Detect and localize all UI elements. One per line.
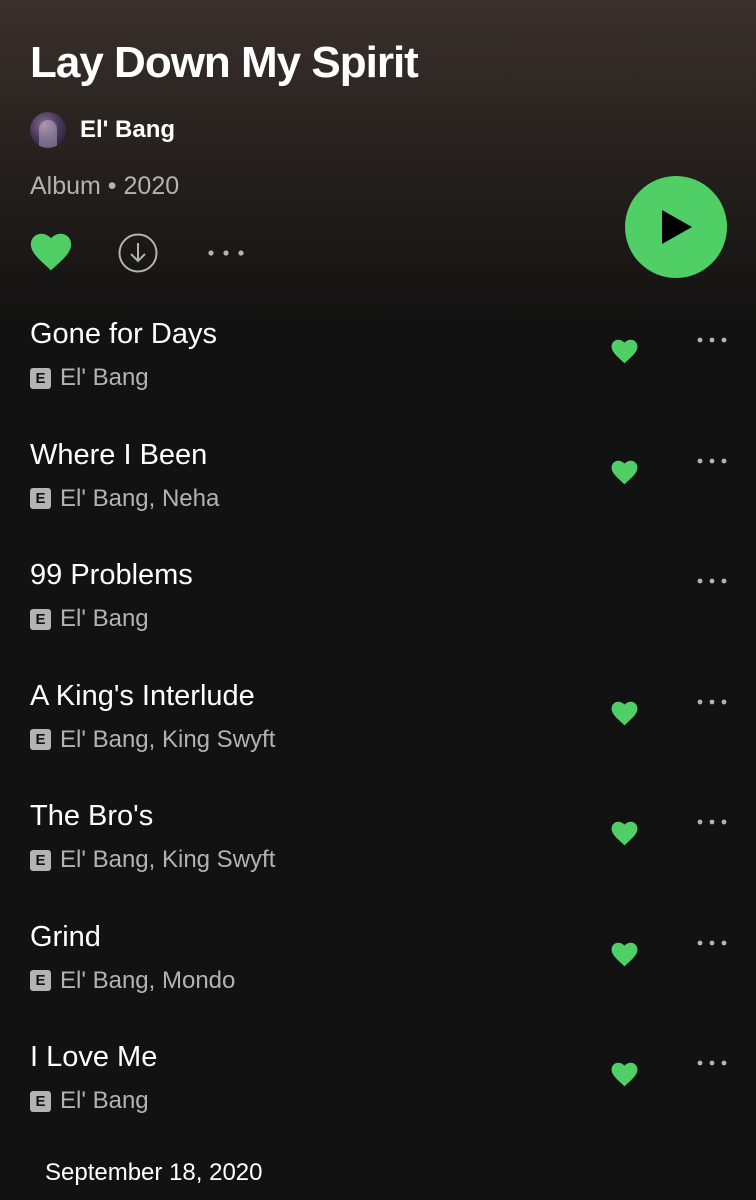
more-icon[interactable]	[697, 1060, 727, 1066]
heart-icon[interactable]	[30, 232, 72, 272]
track-artists: El' Bang	[60, 364, 149, 391]
track-subtitle: E El' Bang, Mondo	[30, 967, 235, 995]
explicit-icon: E	[30, 970, 51, 991]
track-subtitle: E El' Bang	[30, 1087, 149, 1115]
track-artists: El' Bang, Neha	[60, 484, 220, 512]
track-row[interactable]: 99 Problems E El' Bang	[0, 559, 756, 669]
track-artists: El' Bang, King Swyft	[60, 725, 276, 753]
album-meta: Album • 2020	[30, 172, 180, 200]
track-row[interactable]: I Love Me E El' Bang	[0, 1041, 756, 1151]
heart-icon[interactable]	[611, 339, 638, 364]
play-icon	[662, 210, 692, 244]
track-row[interactable]: Where I Been E El' Bang, Neha	[0, 439, 756, 549]
more-icon[interactable]	[697, 337, 727, 343]
track-subtitle: E El' Bang	[30, 605, 149, 633]
play-button[interactable]	[625, 176, 727, 278]
track-title: Where I Been	[30, 438, 208, 471]
track-row[interactable]: A King's Interlude E El' Bang, King Swyft	[0, 680, 756, 790]
more-icon[interactable]	[697, 940, 727, 946]
track-title: The Bro's	[30, 800, 154, 832]
explicit-icon: E	[30, 849, 51, 871]
track-artists: El' Bang, Mondo	[60, 966, 236, 994]
track-artists: El' Bang, King Swyft	[60, 846, 276, 873]
album-actions	[30, 230, 260, 276]
track-subtitle: E El' Bang, Neha	[30, 485, 219, 513]
download-icon[interactable]	[118, 233, 158, 273]
more-icon[interactable]	[697, 819, 727, 825]
album-page: Lay Down My Spirit El' Bang Album • 2020…	[0, 0, 756, 1200]
track-row[interactable]: Gone for Days E El' Bang	[0, 318, 756, 428]
heart-icon[interactable]	[611, 821, 638, 846]
heart-icon[interactable]	[611, 460, 638, 485]
track-row[interactable]: Grind E El' Bang, Mondo	[0, 921, 756, 1031]
artist-link[interactable]: El' Bang	[30, 111, 175, 149]
track-row[interactable]: The Bro's E El' Bang, King Swyft	[0, 800, 756, 910]
explicit-icon: E	[30, 367, 51, 389]
track-subtitle: E El' Bang, King Swyft	[30, 726, 275, 754]
track-title: A King's Interlude	[30, 679, 255, 712]
track-title: I Love Me	[30, 1041, 158, 1073]
artist-avatar	[30, 112, 66, 148]
more-icon[interactable]	[697, 699, 727, 705]
album-title: Lay Down My Spirit	[30, 38, 419, 87]
artist-name[interactable]: El' Bang	[80, 116, 175, 144]
explicit-icon: E	[30, 488, 51, 509]
release-date: September 18, 2020	[45, 1159, 263, 1186]
explicit-icon: E	[30, 1090, 51, 1112]
track-title: 99 Problems	[30, 559, 193, 591]
track-title: Gone for Days	[30, 318, 217, 350]
track-subtitle: E El' Bang	[30, 364, 149, 392]
heart-icon[interactable]	[611, 701, 638, 726]
heart-icon[interactable]	[611, 942, 638, 967]
explicit-icon: E	[30, 729, 51, 750]
explicit-icon: E	[30, 608, 51, 630]
track-artists: El' Bang	[60, 605, 149, 632]
more-icon[interactable]	[697, 458, 727, 464]
track-subtitle: E El' Bang, King Swyft	[30, 846, 275, 874]
more-icon[interactable]	[697, 578, 727, 584]
track-artists: El' Bang	[60, 1087, 149, 1114]
heart-icon[interactable]	[611, 1062, 638, 1087]
track-title: Grind	[30, 920, 101, 953]
more-icon[interactable]	[208, 250, 244, 256]
